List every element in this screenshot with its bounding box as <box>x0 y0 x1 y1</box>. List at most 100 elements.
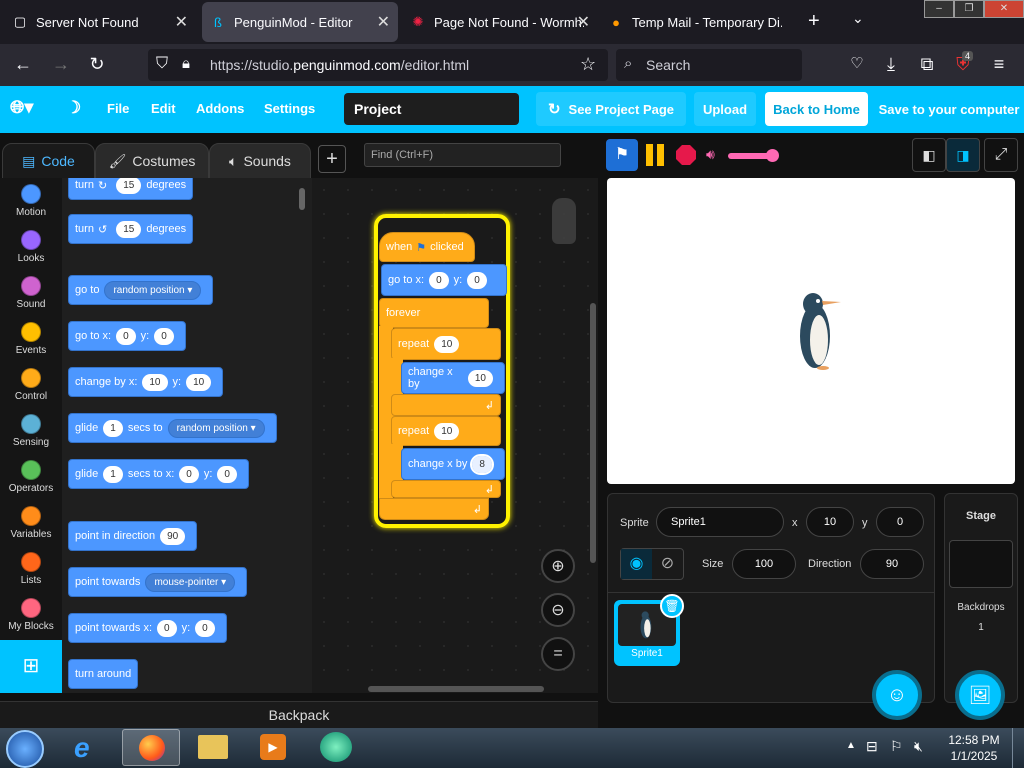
bookmark-star-icon[interactable]: ☆ <box>580 54 596 75</box>
delete-trash-icon[interactable]: 🗑︎ <box>660 594 684 618</box>
penguin-sprite[interactable] <box>793 290 843 372</box>
category-sensing[interactable]: Sensing <box>0 414 62 448</box>
action-center-flag-icon[interactable]: ⚐ <box>890 738 903 755</box>
palette-scrollbar[interactable] <box>299 188 305 210</box>
add-extension-plus-icon[interactable]: + <box>318 145 346 173</box>
internet-explorer-icon[interactable]: e <box>74 732 90 764</box>
sprite-size-input[interactable]: 100 <box>732 549 796 579</box>
add-extension-button[interactable]: ⊞ <box>0 640 62 693</box>
add-sprite-cat-icon[interactable]: ☺ <box>872 670 922 720</box>
clock-time[interactable]: 12:58 PM <box>944 733 1004 747</box>
block-point-towards-xy[interactable]: point towards x: 0 y: 0 <box>68 613 227 643</box>
block-change-by-xy[interactable]: change by x: 10 y: 10 <box>68 367 224 397</box>
large-stage-icon[interactable]: ◨ <box>946 138 980 172</box>
category-events[interactable]: Events <box>0 322 62 356</box>
category-motion[interactable]: Motion <box>0 184 62 218</box>
category-looks[interactable]: Looks <box>0 230 62 264</box>
project-title-input[interactable]: Project <box>344 93 519 125</box>
language-globe-icon[interactable]: 🌐︎▾ <box>10 97 33 118</box>
zoom-in-icon[interactable]: ⊕ <box>541 549 575 583</box>
save-to-computer-button[interactable]: Save to your computer <box>878 92 1020 126</box>
workspace-vertical-scrollbar[interactable] <box>590 303 596 563</box>
reload-icon[interactable]: ↻ <box>86 54 108 75</box>
green-flag-icon[interactable]: ⚑ <box>606 139 638 171</box>
block-go-to-xy[interactable]: go to x: 0 y: 0 <box>68 321 186 351</box>
extensions-icon[interactable]: ⧉ <box>916 54 938 75</box>
small-stage-icon[interactable]: ◧ <box>912 138 946 172</box>
block-repeat-2[interactable]: repeat 10 <box>391 416 501 446</box>
sprite-direction-input[interactable]: 90 <box>860 549 924 579</box>
media-player-icon[interactable]: ▶ <box>260 734 286 760</box>
firefox-taskbar-button[interactable] <box>122 729 180 766</box>
block-point-towards[interactable]: point towards mouse-pointer ▾ <box>68 567 248 597</box>
menu-icon[interactable]: ≡ <box>988 54 1010 75</box>
stage-canvas[interactable] <box>607 178 1015 484</box>
block-when-flag-clicked[interactable]: when ⚑ clicked <box>379 232 475 262</box>
block-go-to[interactable]: go to random position ▾ <box>68 275 214 305</box>
block-turn-around[interactable]: turn around <box>68 659 139 689</box>
shield-icon[interactable]: ⛉ <box>156 55 168 73</box>
menu-file[interactable]: File <box>107 101 129 116</box>
search-input[interactable]: ⌕ Search <box>616 49 802 81</box>
zoom-out-icon[interactable]: ⊖ <box>541 593 575 627</box>
show-eye-icon[interactable]: ◉ <box>621 549 652 579</box>
category-variables[interactable]: Variables <box>0 506 62 540</box>
pocket-icon[interactable]: ♡ <box>846 54 868 72</box>
download-icon[interactable]: ⤓ <box>880 54 902 75</box>
start-button[interactable] <box>6 730 44 768</box>
close-icon[interactable]: ✕ <box>175 12 188 32</box>
new-tab-icon[interactable]: + <box>808 10 820 33</box>
block-turn-right[interactable]: turn ↻ 15 degrees <box>68 178 194 200</box>
network-icon[interactable]: ⊟ <box>866 738 878 755</box>
tray-up-arrow-icon[interactable]: ▲ <box>846 740 856 751</box>
backpack-panel[interactable]: Backpack <box>0 701 598 728</box>
pause-icon[interactable] <box>644 144 666 166</box>
find-input[interactable]: Find (Ctrl+F) <box>364 143 561 167</box>
block-change-x-2[interactable]: change x by 8 <box>401 448 505 480</box>
tab-costumes[interactable]: 🖌︎ Costumes <box>95 143 209 179</box>
category-sound[interactable]: Sound <box>0 276 62 310</box>
zoom-reset-icon[interactable]: = <box>541 637 575 671</box>
sprite-y-input[interactable]: 0 <box>876 507 924 537</box>
fullscreen-icon[interactable]: ⤢ <box>984 138 1018 172</box>
minimize-icon[interactable]: – <box>924 0 954 18</box>
tab-temp-mail[interactable]: ● Temp Mail - Temporary Di... <box>600 2 796 42</box>
volume-slider-handle[interactable] <box>766 149 779 162</box>
back-to-home-button[interactable]: Back to Home <box>765 92 868 126</box>
block-glide-xy[interactable]: glide 1 secs to x: 0 y: 0 <box>68 459 249 489</box>
window-close-icon[interactable]: ✕ <box>984 0 1024 18</box>
menu-edit[interactable]: Edit <box>151 101 176 116</box>
theme-moon-icon[interactable]: ☽ <box>66 98 81 118</box>
clock-date[interactable]: 1/1/2025 <box>944 749 1004 763</box>
stage-target-pane[interactable]: Stage Backdrops 1 🖼︎ <box>944 493 1018 720</box>
sprite-name-input[interactable]: Sprite1 <box>656 507 784 537</box>
tab-sounds[interactable]: 🔈︎ Sounds <box>209 143 311 179</box>
block-point-in-direction[interactable]: point in direction 90 <box>68 521 198 551</box>
block-turn-left[interactable]: turn ↺ 15 degrees <box>68 214 194 244</box>
tab-penguinmod-editor[interactable]: ß PenguinMod - Editor ✕ <box>202 2 398 42</box>
sprite-x-input[interactable]: 10 <box>806 507 854 537</box>
file-explorer-icon[interactable] <box>198 735 228 759</box>
url-bar[interactable]: ⛉ 🔒︎ https://studio.penguinmod.com/edito… <box>148 49 608 81</box>
tab-server-not-found[interactable]: ▢ Server Not Found ✕ <box>4 2 196 42</box>
tab-page-not-found[interactable]: ✺ Page Not Found - Wormh... ✕ <box>402 2 598 42</box>
category-lists[interactable]: Lists <box>0 552 62 586</box>
chevron-down-icon[interactable]: ⌄ <box>852 10 864 27</box>
forward-arrow-icon[interactable]: → <box>50 54 72 75</box>
volume-muted-icon[interactable]: 🔇︎ <box>914 738 923 755</box>
show-desktop-button[interactable] <box>1012 728 1024 768</box>
close-icon[interactable]: ✕ <box>577 12 590 32</box>
block-glide-to[interactable]: glide 1 secs to random position ▾ <box>68 413 277 443</box>
tab-code[interactable]: ▤ Code <box>2 143 95 179</box>
lock-icon[interactable]: 🔒︎ <box>182 55 190 72</box>
close-icon[interactable]: ✕ <box>377 12 390 32</box>
category-operators[interactable]: Operators <box>0 460 62 494</box>
block-change-x-1[interactable]: change x by 10 <box>401 362 505 394</box>
restore-icon[interactable]: ❐ <box>954 0 984 18</box>
block-forever[interactable]: forever <box>379 298 489 328</box>
upload-button[interactable]: Upload <box>694 92 756 126</box>
category-my-blocks[interactable]: My Blocks <box>0 598 62 632</box>
add-backdrop-icon[interactable]: 🖼︎ <box>955 670 1005 720</box>
back-arrow-icon[interactable]: ← <box>12 54 34 75</box>
category-control[interactable]: Control <box>0 368 62 402</box>
